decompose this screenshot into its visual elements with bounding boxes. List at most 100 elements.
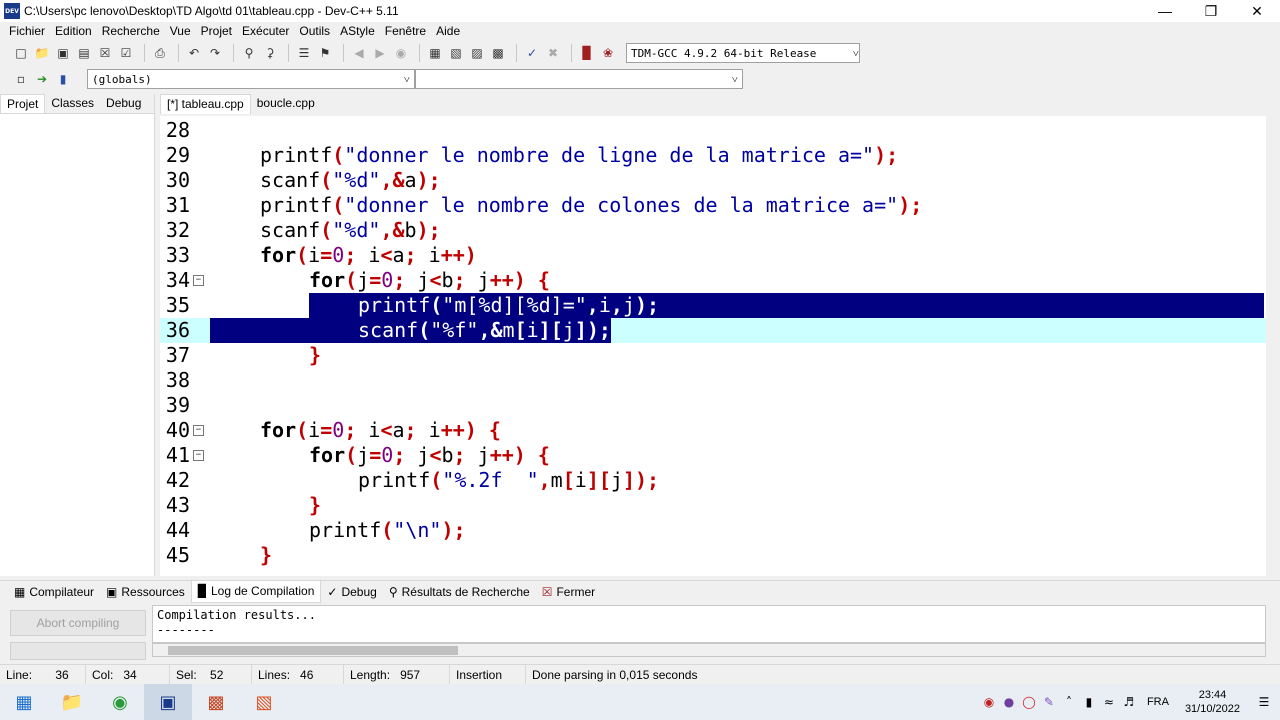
volume-icon[interactable]: ♬ bbox=[1119, 695, 1139, 709]
redo-icon[interactable]: ↷ bbox=[206, 44, 224, 62]
record-icon[interactable]: ◉ bbox=[979, 695, 999, 709]
code-line: 32 scanf("%d",&b); bbox=[160, 218, 1266, 243]
tab-fermer[interactable]: ☒ Fermer bbox=[536, 581, 601, 603]
save-all-icon[interactable]: ▤ bbox=[75, 44, 93, 62]
close-all-icon[interactable]: ☑ bbox=[117, 44, 135, 62]
clock[interactable]: 23:44 31/10/2022 bbox=[1177, 688, 1248, 716]
new-project-icon[interactable]: ▦ bbox=[426, 44, 444, 62]
separator bbox=[516, 44, 517, 62]
toggle-comment-icon[interactable]: ◉ bbox=[392, 44, 410, 62]
stop-icon[interactable]: ✖ bbox=[544, 44, 562, 62]
code-text-selected: scanf("%f",&m[i][j]); bbox=[210, 318, 611, 343]
search-icon: ⚲ bbox=[388, 584, 398, 599]
log-horizontal-scrollbar[interactable] bbox=[152, 643, 1266, 657]
status-length-label: Length: bbox=[350, 667, 391, 682]
chart-icon[interactable]: ▉ bbox=[578, 44, 596, 62]
tab-ressources[interactable]: ▣ Ressources bbox=[100, 581, 191, 603]
scroll-thumb[interactable] bbox=[168, 646, 458, 655]
tab-tableau-cpp[interactable]: [*] tableau.cpp bbox=[160, 94, 251, 114]
tab-debug[interactable]: Debug bbox=[100, 94, 147, 113]
tab-compilateur[interactable]: ▦ Compilateur bbox=[8, 581, 100, 603]
close-icon[interactable]: ✕ bbox=[1234, 0, 1280, 22]
menu-recherche[interactable]: Recherche bbox=[97, 24, 165, 38]
new-file-icon[interactable]: □ bbox=[12, 44, 30, 62]
menu-edition[interactable]: Edition bbox=[50, 24, 97, 38]
undo-icon[interactable]: ↶ bbox=[185, 44, 203, 62]
line-number: 45 bbox=[165, 543, 190, 567]
opera-icon[interactable]: ◯ bbox=[1019, 695, 1039, 709]
status-length: Length: 957 bbox=[344, 664, 450, 685]
class-browser-icon[interactable]: ▩ bbox=[489, 44, 507, 62]
menu-vue[interactable]: Vue bbox=[165, 24, 196, 38]
tab-boucle-cpp[interactable]: boucle.cpp bbox=[251, 94, 321, 114]
bookmark-icon[interactable]: ⚑ bbox=[316, 44, 334, 62]
open-icon[interactable]: 📁 bbox=[33, 44, 51, 62]
close-file-icon[interactable]: ☒ bbox=[96, 44, 114, 62]
line-number: 38 bbox=[165, 368, 190, 392]
find-icon[interactable]: ⚲ bbox=[240, 44, 258, 62]
compile-log[interactable]: Compilation results... -------- bbox=[152, 605, 1266, 643]
replace-icon[interactable]: ⚳ bbox=[261, 44, 279, 62]
open-project-icon[interactable]: ▧ bbox=[447, 44, 465, 62]
scope-select[interactable]: (globals) ˅ bbox=[87, 69, 415, 89]
tab-resultats-recherche[interactable]: ⚲ Résultats de Recherche bbox=[383, 581, 536, 603]
chrome-icon[interactable]: ◉ bbox=[96, 684, 144, 720]
menu-fenetre[interactable]: Fenêtre bbox=[380, 24, 431, 38]
indent-icon[interactable]: ◀ bbox=[350, 44, 368, 62]
menu-astyle[interactable]: AStyle bbox=[335, 24, 380, 38]
file-explorer-icon[interactable]: 📁 bbox=[48, 684, 96, 720]
menu-projet[interactable]: Projet bbox=[196, 24, 237, 38]
separator bbox=[144, 44, 145, 62]
line-number: 32 bbox=[165, 218, 190, 242]
line-number: 34 bbox=[165, 268, 190, 292]
language-indicator[interactable]: FRA bbox=[1139, 696, 1177, 708]
tab-projet[interactable]: Projet bbox=[0, 94, 46, 113]
devcpp-app-icon: DEV bbox=[4, 3, 20, 19]
editor-vertical-scrollbar[interactable] bbox=[1266, 116, 1280, 576]
main-toolbar: □ 📁 ▣ ▤ ☒ ☑ ⎙ ↶ ↷ ⚲ ⚳ ☰ ⚑ ◀ ▶ ◉ ▦ ▧ ▨ ▩ … bbox=[0, 40, 1280, 66]
battery-icon[interactable]: ▮ bbox=[1079, 695, 1099, 709]
insert-icon[interactable]: ▫ bbox=[12, 70, 30, 88]
save-icon[interactable]: ▣ bbox=[54, 44, 72, 62]
function-select[interactable]: ˅ bbox=[415, 69, 743, 89]
toggle-breakpoint-icon[interactable]: ➔ bbox=[33, 70, 51, 88]
project-options-icon[interactable]: ▨ bbox=[468, 44, 486, 62]
maximize-icon[interactable]: ❐ bbox=[1188, 0, 1234, 22]
fold-collapse-icon[interactable]: − bbox=[193, 275, 204, 286]
tab-log-compilation[interactable]: ▉ Log de Compilation bbox=[190, 580, 322, 603]
chevron-up-icon[interactable]: ˄ bbox=[1059, 695, 1079, 709]
goto-bookmark-icon[interactable]: ▮ bbox=[54, 70, 72, 88]
line-number: 39 bbox=[165, 393, 190, 417]
devcpp-taskbar-icon[interactable]: ▣ bbox=[144, 684, 192, 720]
line-number: 35 bbox=[165, 293, 190, 317]
pen-icon[interactable]: ✎ bbox=[1039, 695, 1059, 709]
bug-icon[interactable]: ❀ bbox=[599, 44, 617, 62]
goto-line-icon[interactable]: ☰ bbox=[295, 44, 313, 62]
menu-aide[interactable]: Aide bbox=[431, 24, 465, 38]
notifications-icon[interactable]: ☰ bbox=[1248, 695, 1280, 709]
unindent-icon[interactable]: ▶ bbox=[371, 44, 389, 62]
tab-debug-bottom[interactable]: ✓ Debug bbox=[321, 581, 382, 603]
code-line: 29 printf("donner le nombre de ligne de … bbox=[160, 143, 1266, 168]
print-icon[interactable]: ⎙ bbox=[151, 44, 169, 62]
wifi-icon[interactable]: ≈ bbox=[1099, 695, 1119, 709]
minimize-icon[interactable]: — bbox=[1142, 0, 1188, 22]
tab-classes[interactable]: Classes bbox=[45, 94, 100, 113]
powerpoint-icon[interactable]: ▩ bbox=[192, 684, 240, 720]
menu-fichier[interactable]: Fichier bbox=[4, 24, 50, 38]
abort-compiling-button[interactable]: Abort compiling bbox=[10, 610, 146, 636]
code-editor[interactable]: 28 29 printf("donner le nombre de ligne … bbox=[160, 116, 1266, 576]
line-number: 43 bbox=[165, 493, 190, 517]
office-icon[interactable]: ▧ bbox=[240, 684, 288, 720]
fold-collapse-icon[interactable]: − bbox=[193, 425, 204, 436]
app-tray-icon[interactable]: ● bbox=[999, 695, 1019, 709]
line-number: 33 bbox=[165, 243, 190, 267]
menu-executer[interactable]: Exécuter bbox=[237, 24, 294, 38]
check-syntax-icon[interactable]: ✓ bbox=[523, 44, 541, 62]
compiler-select[interactable]: TDM-GCC 4.9.2 64-bit Release ˅ bbox=[626, 43, 860, 63]
windows-start-icon[interactable]: ▦ bbox=[0, 684, 48, 720]
code-line: 42 printf("%.2f ",m[i][j]); bbox=[160, 468, 1266, 493]
fold-collapse-icon[interactable]: − bbox=[193, 450, 204, 461]
line-number: 31 bbox=[165, 193, 190, 217]
menu-outils[interactable]: Outils bbox=[294, 24, 335, 38]
